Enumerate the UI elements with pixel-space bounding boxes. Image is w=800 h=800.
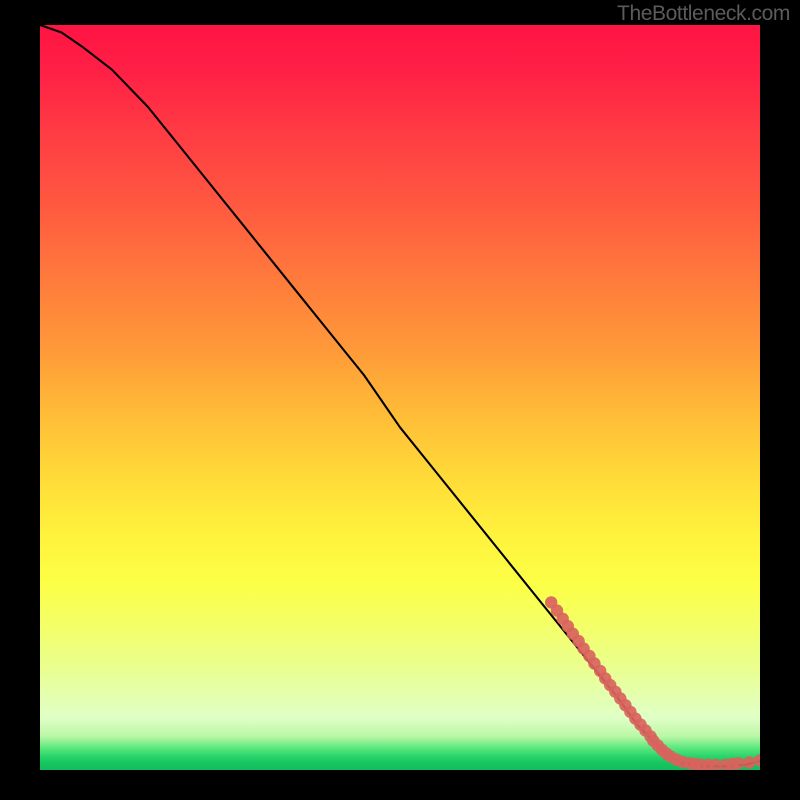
scatter-dots <box>545 596 760 770</box>
scatter-dot <box>743 756 755 768</box>
bottleneck-curve-line <box>40 25 760 766</box>
chart-plot-area <box>40 25 760 770</box>
scatter-dot <box>732 757 744 769</box>
watermark: TheBottleneck.com <box>617 2 790 26</box>
chart-overlay <box>40 25 760 770</box>
